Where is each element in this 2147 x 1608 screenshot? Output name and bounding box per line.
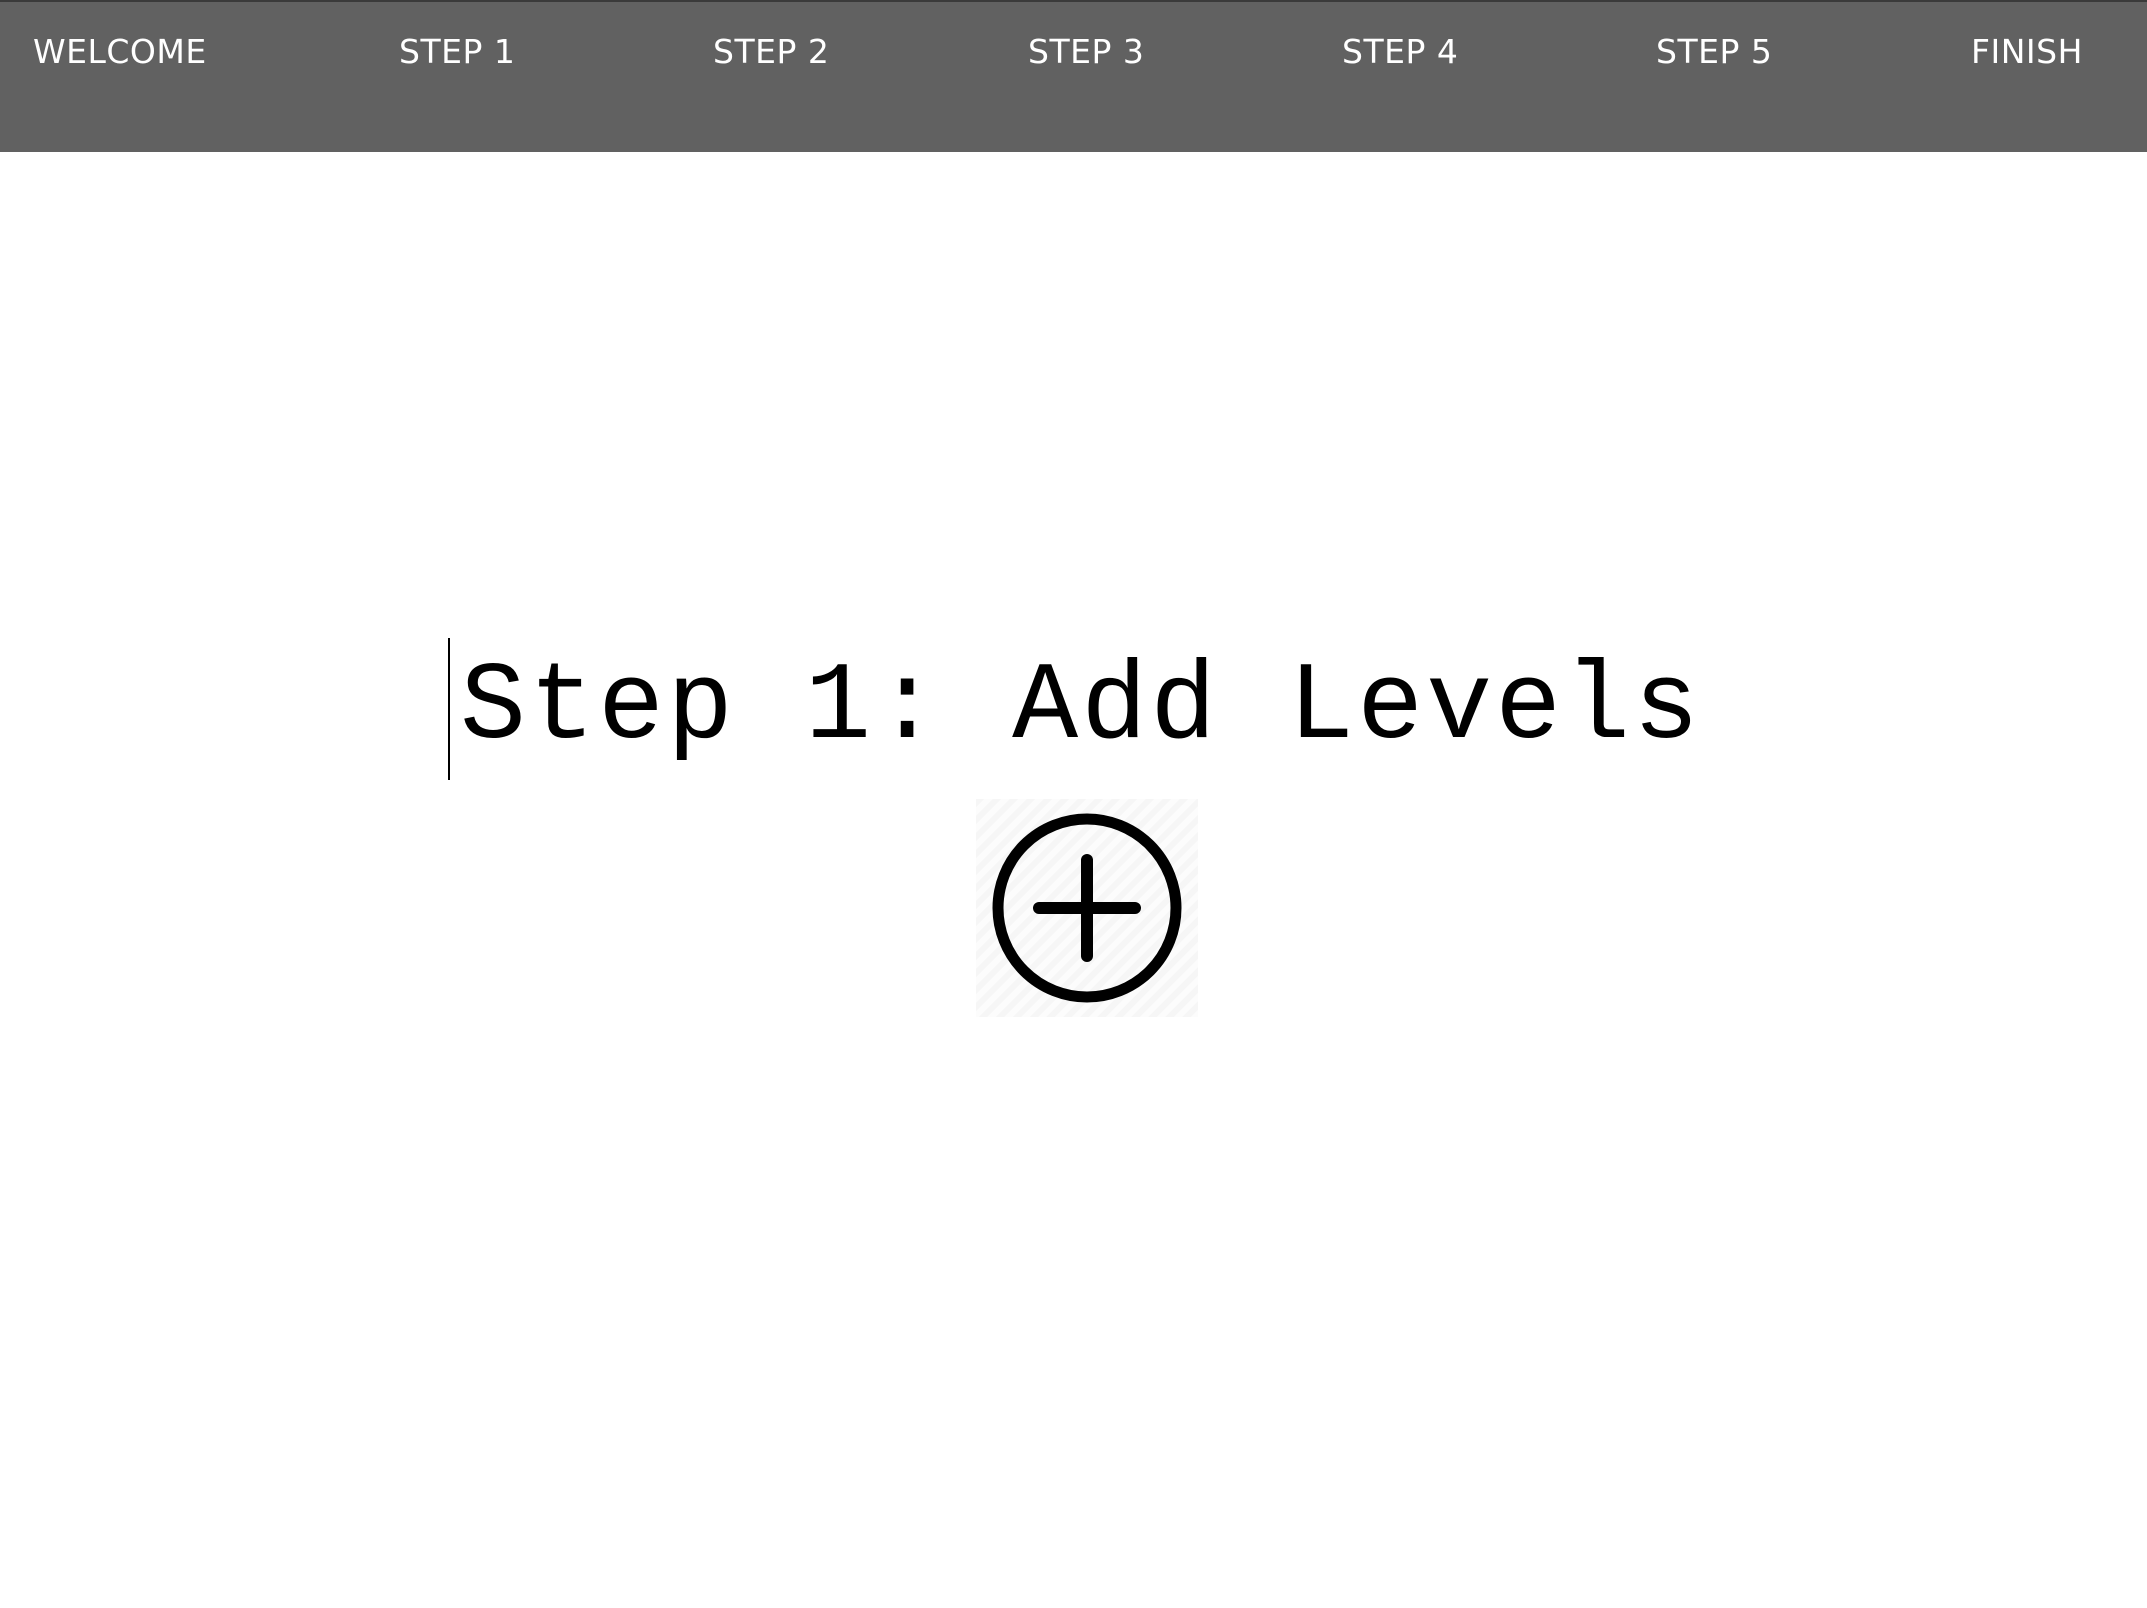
plus-circle-icon — [992, 813, 1182, 1003]
page-title: Step 1: Add Levels — [448, 638, 1702, 780]
nav-item-step-4[interactable]: STEP 4 — [1342, 32, 1458, 72]
nav-item-step-1[interactable]: STEP 1 — [399, 32, 515, 72]
nav-item-step-3[interactable]: STEP 3 — [1028, 32, 1144, 72]
nav-item-step-5[interactable]: STEP 5 — [1656, 32, 1772, 72]
nav-item-welcome[interactable]: WELCOME — [33, 32, 207, 72]
add-level-button[interactable] — [976, 799, 1198, 1017]
nav-item-finish[interactable]: FINISH — [1971, 32, 2083, 72]
nav-item-step-2[interactable]: STEP 2 — [713, 32, 829, 72]
top-navigation-bar: WELCOME STEP 1 STEP 2 STEP 3 STEP 4 STEP… — [0, 0, 2147, 152]
